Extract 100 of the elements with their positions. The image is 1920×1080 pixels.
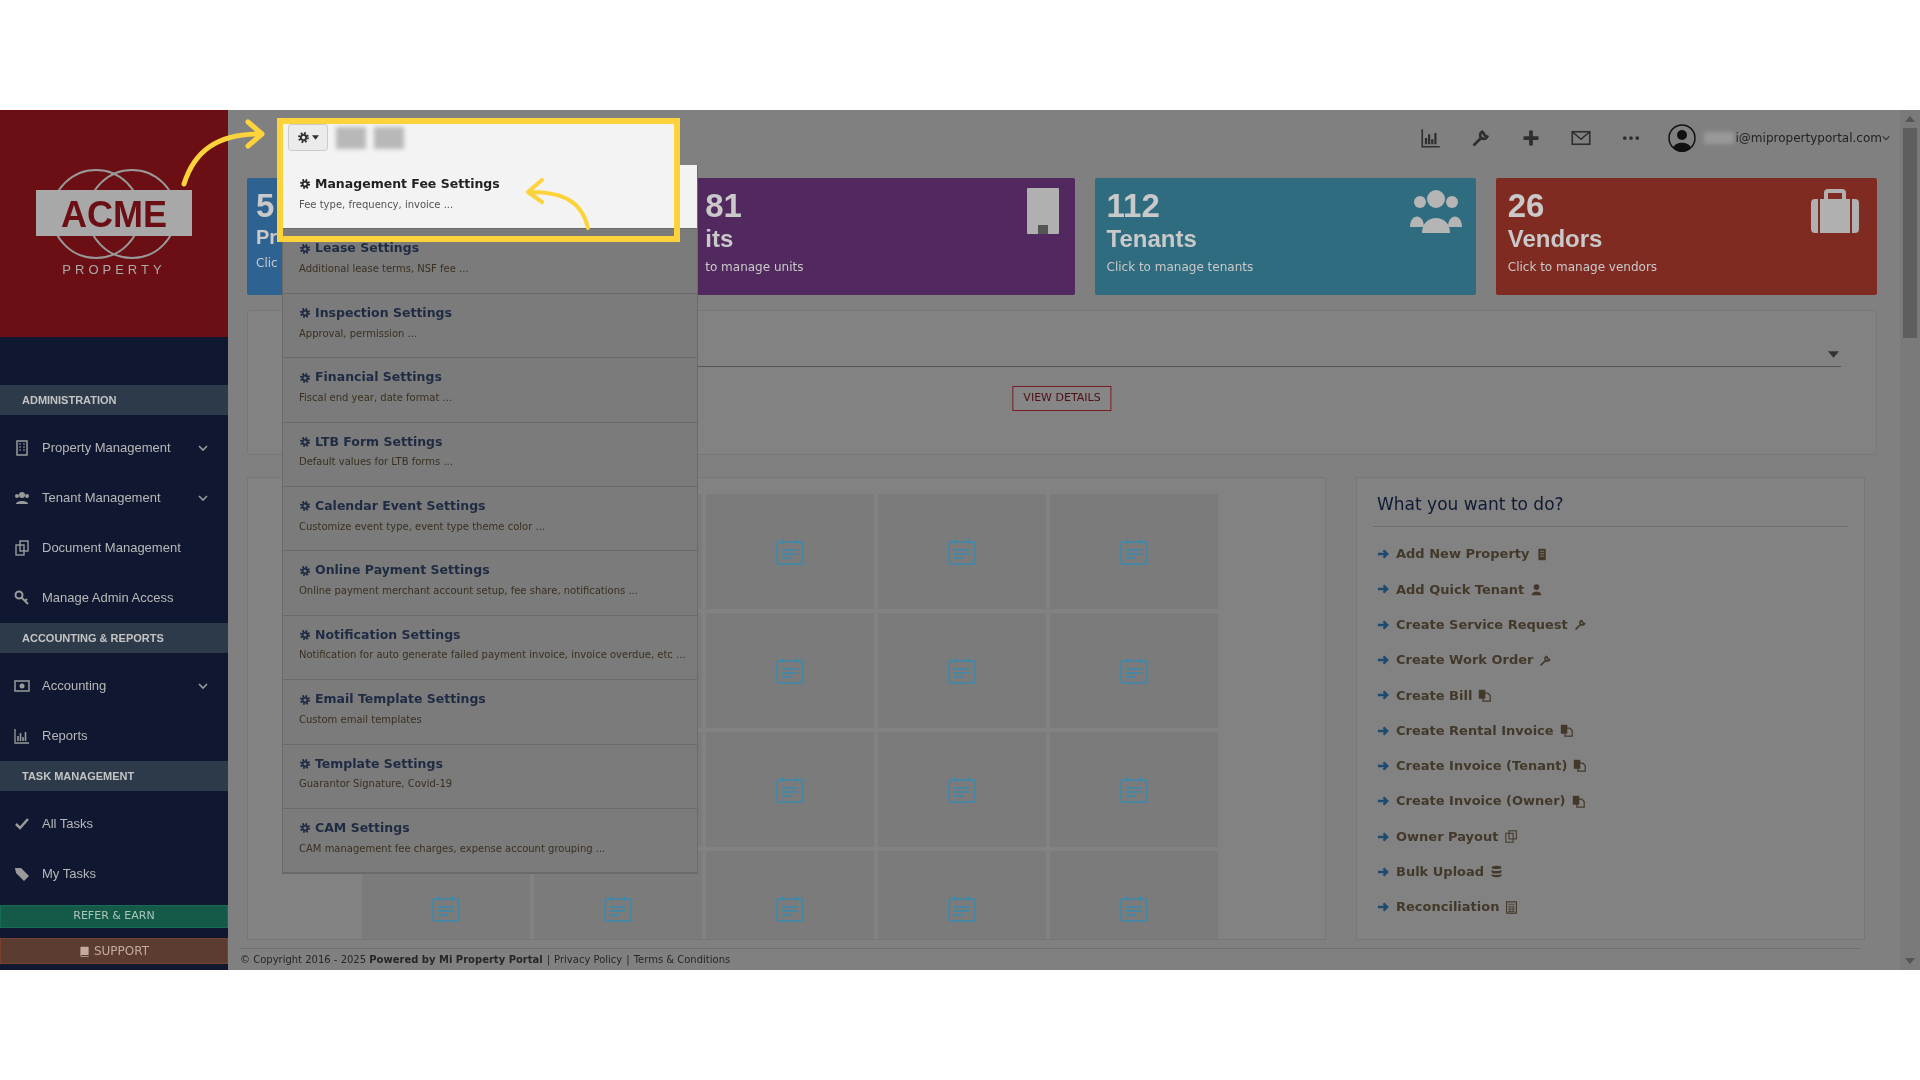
stat-number: 26	[1507, 186, 1545, 226]
nav-icon	[14, 490, 30, 506]
nav-item[interactable]: Document Management	[0, 523, 228, 573]
settings-icon	[299, 500, 311, 513]
nav-icon	[14, 728, 30, 744]
chevron-down-icon	[1882, 133, 1890, 142]
chevron-down-icon	[198, 681, 208, 691]
calendar-icon	[946, 893, 978, 924]
calendar-icon	[1118, 536, 1150, 567]
wrench-icon[interactable]	[1470, 127, 1491, 148]
wrench-icon	[1573, 618, 1587, 632]
building-icon	[1535, 547, 1549, 561]
scrollbar[interactable]	[1900, 110, 1920, 970]
refer-button[interactable]: REFER & EARN	[0, 905, 228, 928]
scroll-up-icon	[1905, 116, 1915, 122]
stat-link-text: Click to manage tenants	[1106, 259, 1254, 276]
section-heading: ADMINISTRATION	[0, 385, 228, 415]
calendar-icon	[1118, 774, 1150, 805]
quick-action-link[interactable]: Create Rental Invoice	[1373, 713, 1848, 749]
nav-item[interactable]: All Tasks	[0, 799, 228, 849]
settings-menu-item[interactable]: Calendar Event Settings Customize event type, event type theme color ...	[283, 486, 697, 552]
stat-number: 112	[1106, 186, 1160, 226]
arrow-right-icon	[1377, 830, 1390, 843]
nav-item[interactable]: Reports	[0, 711, 228, 761]
nav-item[interactable]: Property Management	[0, 423, 228, 473]
user-email[interactable]: i@mipropertyportal.com	[1735, 128, 1882, 147]
settings-menu-item[interactable]: Notification Settings Notification for auto generate failed payment invoice, invoice overdue, etc ...	[283, 615, 697, 681]
stat-label: Pr	[256, 225, 278, 248]
stat-card[interactable]: 26 Vendors Click to manage vendors	[1495, 178, 1877, 295]
settings-menu-item[interactable]: CAM Settings CAM management fee charges, expense account grouping ...	[283, 808, 697, 874]
calendar-icon	[946, 774, 978, 805]
quick-action-link[interactable]: Create Invoice (Tenant)	[1373, 748, 1848, 784]
quick-action-link[interactable]: Owner Payout	[1373, 818, 1848, 855]
blurred-text	[1703, 131, 1734, 144]
section-heading: TASK MANAGEMENT	[0, 761, 228, 791]
settings-button[interactable]	[288, 124, 328, 151]
calendar-icon	[774, 774, 806, 805]
nav-icon	[14, 866, 30, 882]
database-icon	[1490, 865, 1504, 879]
settings-icon	[299, 307, 311, 320]
settings-icon	[299, 757, 311, 770]
footer-link[interactable]: Terms & Conditions	[633, 952, 731, 967]
wrench-icon	[1539, 653, 1553, 667]
chart-icon[interactable]	[1420, 127, 1441, 148]
settings-menu-item[interactable]: Lease Settings Additional lease terms, NSF fee ...	[283, 229, 697, 294]
nav-item[interactable]: Manage Admin Access	[0, 573, 228, 623]
settings-menu-item[interactable]: Template Settings Guarantor Signature, Covid-19	[283, 744, 697, 809]
stat-number: 5	[256, 186, 275, 226]
settings-icon	[299, 371, 311, 384]
document-icon	[1559, 724, 1573, 738]
settings-menu-item[interactable]: Management Fee Settings Fee type, frequency, invoice ...	[283, 165, 697, 230]
arrow-right-icon	[1377, 865, 1390, 878]
support-button[interactable]: SUPPORT	[0, 938, 228, 964]
caret-icon	[312, 135, 319, 140]
settings-menu-item[interactable]: Online Payment Settings Online payment merchant account setup, fee share, notifications ...	[283, 551, 697, 616]
settings-menu-item[interactable]: Inspection Settings Approval, permission ...	[283, 293, 697, 359]
stat-number: 81	[705, 186, 742, 226]
document-icon	[1478, 688, 1492, 702]
settings-icon	[299, 822, 311, 835]
stat-label: Vendors	[1507, 225, 1603, 252]
settings-icon	[299, 629, 311, 642]
arrow-right-icon	[1377, 654, 1390, 667]
quick-action-link[interactable]: Reconciliation	[1373, 889, 1848, 925]
quick-action-link[interactable]: Bulk Upload	[1373, 854, 1848, 890]
avatar-icon[interactable]	[1667, 123, 1696, 152]
nav-icon	[14, 540, 30, 556]
quick-action-link[interactable]: Create Service Request	[1373, 607, 1848, 643]
quick-action-link[interactable]: Add Quick Tenant	[1373, 571, 1848, 608]
stat-link-text: Clic	[256, 254, 278, 272]
arrow-right-icon	[1377, 795, 1390, 808]
settings-icon	[299, 242, 311, 255]
view-details-button[interactable]: VIEW DETAILS	[1012, 386, 1112, 411]
quick-action-link[interactable]: Create Invoice (Owner)	[1373, 783, 1848, 819]
stat-label: its	[705, 225, 734, 252]
settings-menu-item[interactable]: LTB Form Settings Default values for LTB forms ...	[283, 422, 697, 487]
settings-menu-item[interactable]: Financial Settings Fiscal end year, date format ...	[283, 358, 697, 423]
arrow-right-icon	[1377, 759, 1390, 772]
footer-link[interactable]: Privacy Policy	[554, 952, 623, 967]
arrow-right-icon	[1377, 583, 1390, 596]
nav-item[interactable]: My Tasks	[0, 849, 228, 899]
calendar-icon	[946, 536, 978, 567]
user-icon	[1530, 582, 1544, 596]
settings-menu-item[interactable]: Email Template Settings Custom email templates	[283, 680, 697, 745]
quick-action-link[interactable]: Create Bill	[1373, 677, 1848, 713]
arrow-right-icon	[1377, 618, 1390, 631]
settings-icon	[299, 435, 311, 448]
scroll-thumb[interactable]	[1903, 128, 1917, 338]
nav-icon	[14, 440, 30, 456]
quick-action-link[interactable]: Create Work Order	[1373, 642, 1848, 678]
quick-action-link[interactable]: Add New Property	[1373, 536, 1848, 572]
footer-separator: |	[546, 953, 551, 967]
document-icon	[1573, 759, 1587, 773]
nav-item[interactable]: Accounting	[0, 661, 228, 711]
calendar-icon	[774, 655, 806, 686]
stat-card[interactable]: 112 Tenants Click to manage tenants	[1094, 178, 1476, 295]
arrow-right-icon	[1377, 548, 1390, 561]
nav-item[interactable]: Tenant Management	[0, 473, 228, 523]
nav-icon	[14, 678, 30, 694]
section-heading: ACCOUNTING & REPORTS	[0, 623, 228, 653]
chevron-down-icon	[198, 443, 208, 453]
